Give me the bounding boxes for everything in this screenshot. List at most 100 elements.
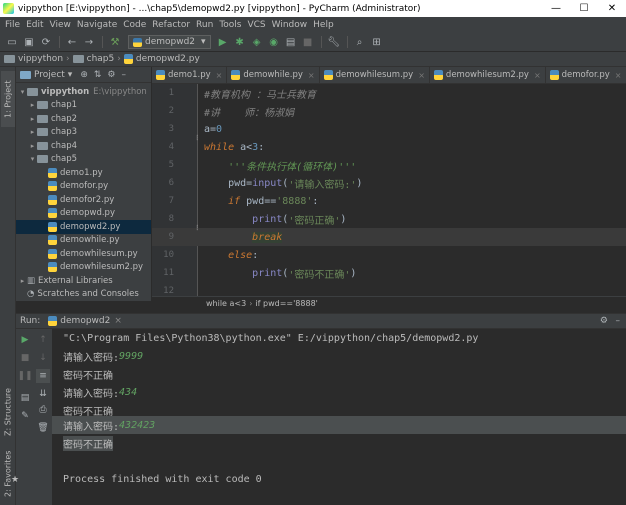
tree-item-file-selected[interactable]: demopwd2.py <box>16 220 151 234</box>
close-tab-icon[interactable]: × <box>308 71 315 80</box>
window-titlebar: vippython [E:\vippython] - ...\chap5\dem… <box>0 0 626 17</box>
rerun-icon[interactable]: ▶ <box>18 333 32 347</box>
chevron-down-icon[interactable]: ▾ <box>68 70 73 80</box>
tree-item-scratches[interactable]: ◔ Scratches and Consoles <box>16 288 151 302</box>
toolbar-divider <box>102 36 103 48</box>
tree-item-label: chap2 <box>51 113 78 124</box>
breadcrumb-item[interactable]: if pwd=='8888' <box>255 299 317 308</box>
close-window-button[interactable]: ✕ <box>598 0 626 17</box>
gear-icon[interactable]: ⚙ <box>107 70 115 80</box>
project-panel-title[interactable]: Project <box>34 70 65 80</box>
menu-navigate[interactable]: Navigate <box>74 20 120 30</box>
folder-icon <box>4 55 15 63</box>
tree-item-folder[interactable]: ▸ chap2 <box>16 112 151 126</box>
collapse-all-icon[interactable]: ⇅ <box>94 70 102 80</box>
run-tab[interactable]: demopwd2 × <box>48 316 122 326</box>
tree-item-file[interactable]: demopwd.py <box>16 207 151 221</box>
editor-tab[interactable]: demowhilesum2.py × <box>430 67 546 83</box>
tree-item-root[interactable]: ▾ vippython E:\vippython <box>16 85 151 99</box>
stop-icon[interactable]: ■ <box>18 351 32 365</box>
gear-icon[interactable]: ⚙ <box>600 316 608 326</box>
concurrency-icon[interactable]: ▤ <box>283 34 299 50</box>
code-editor[interactable]: #教育机构 ：马士兵教育 #讲 师：杨淑娟 a= 0 while a< 3: '''… <box>198 84 626 296</box>
tree-item-label: demofor2.py <box>60 194 115 205</box>
pycharm-logo-icon <box>3 3 14 14</box>
coverage-icon[interactable]: ◈ <box>249 34 265 50</box>
close-tab-icon[interactable]: × <box>534 71 541 80</box>
profile-icon[interactable]: ◉ <box>266 34 282 50</box>
tree-item-file[interactable]: demowhilesum2.py <box>16 261 151 275</box>
tree-item-file[interactable]: demofor.py <box>16 180 151 194</box>
run-icon[interactable]: ▶ <box>215 34 231 50</box>
structure-icon[interactable]: ⊞ <box>369 34 385 50</box>
menu-window[interactable]: Window <box>269 20 311 30</box>
close-tab-icon[interactable]: × <box>216 71 223 80</box>
back-arrow-icon[interactable]: ← <box>64 34 80 50</box>
tree-item-folder[interactable]: ▸ chap1 <box>16 99 151 113</box>
folder-icon <box>37 141 48 150</box>
menu-help[interactable]: Help <box>310 20 337 30</box>
stop-icon[interactable]: ■ <box>300 34 316 50</box>
scroll-down-icon[interactable]: ↓ <box>36 351 50 365</box>
menu-refactor[interactable]: Refactor <box>149 20 193 30</box>
tool-tab-project[interactable]: 1: Project <box>1 71 15 127</box>
editor-tab[interactable]: demo1.py × <box>152 67 228 83</box>
menu-tools[interactable]: Tools <box>216 20 244 30</box>
tool-tab-structure[interactable]: Z: Structure <box>1 383 15 441</box>
sync-icon[interactable]: ⟳ <box>38 34 54 50</box>
tree-item-folder[interactable]: ▾ chap5 <box>16 153 151 167</box>
tree-item-folder[interactable]: ▸ chap3 <box>16 126 151 140</box>
console-output[interactable]: "C:\Program Files\Python38\python.exe" E… <box>52 329 626 505</box>
tree-item-file[interactable]: demowhile.py <box>16 234 151 248</box>
nav-file[interactable]: demopwd2.py <box>136 54 200 64</box>
breadcrumb-item[interactable]: while a<3 <box>206 299 246 308</box>
editor-tab-label: demowhilesum.py <box>335 70 414 80</box>
open-folder-icon[interactable]: ▭ <box>4 34 20 50</box>
hide-panel-icon[interactable]: – <box>122 70 127 80</box>
editor-gutter[interactable]: 1 2 3 4 5 6 7 8 9 10 11 12 ⊟ ⊟ <box>152 84 203 296</box>
code-line: pwd= input('请输入密码:') <box>228 177 363 191</box>
menu-edit[interactable]: Edit <box>23 20 46 30</box>
menu-vcs[interactable]: VCS <box>244 20 268 30</box>
tree-item-folder[interactable]: ▸ chap4 <box>16 139 151 153</box>
close-tab-icon[interactable]: × <box>615 71 622 80</box>
editor-tab[interactable]: demofor.py × <box>546 67 626 83</box>
soft-wrap-icon[interactable]: ≡ <box>36 369 50 383</box>
favorites-star-icon[interactable]: ★ <box>8 473 22 487</box>
tree-item-file[interactable]: demofor2.py <box>16 193 151 207</box>
console-line-selected: 请输入密码: 432423 <box>52 416 626 434</box>
maximize-button[interactable]: ☐ <box>570 0 598 17</box>
tree-item-file[interactable]: demo1.py <box>16 166 151 180</box>
forward-arrow-icon[interactable]: → <box>81 34 97 50</box>
menu-run[interactable]: Run <box>193 20 216 30</box>
trash-icon[interactable]: 🗑︎ <box>36 421 50 435</box>
hide-panel-icon[interactable]: – <box>616 316 621 326</box>
nav-folder[interactable]: chap5 <box>87 54 115 64</box>
search-icon[interactable]: ⌕ <box>352 34 368 50</box>
close-tab-icon[interactable]: × <box>114 316 122 326</box>
tree-item-file[interactable]: demowhilesum.py <box>16 247 151 261</box>
editor-tab[interactable]: demowhile.py × <box>227 67 320 83</box>
run-config-selector[interactable]: demopwd2 ▾ <box>128 35 211 49</box>
editor-tab[interactable]: demowhilesum.py × <box>320 67 430 83</box>
project-panel-header: Project ▾ ⊕ ⇅ ⚙ – <box>16 67 151 83</box>
menu-view[interactable]: View <box>47 20 74 30</box>
pin-icon[interactable]: ✎ <box>18 409 32 423</box>
scroll-up-icon[interactable]: ↑ <box>36 333 50 347</box>
minimize-button[interactable]: — <box>542 0 570 17</box>
close-tab-icon[interactable]: × <box>418 71 425 80</box>
locate-target-icon[interactable]: ⊕ <box>80 70 88 80</box>
scroll-to-end-icon[interactable]: ⇊ <box>36 387 50 401</box>
print-icon[interactable]: ⎙ <box>36 403 50 417</box>
layout-icon[interactable]: ▤ <box>18 391 32 405</box>
menu-code[interactable]: Code <box>120 20 149 30</box>
wrench-settings-icon[interactable]: 🔧︎ <box>326 34 342 50</box>
debug-bug-icon[interactable]: ✱ <box>232 34 248 50</box>
nav-project[interactable]: vippython <box>18 54 63 64</box>
menu-file[interactable]: File <box>2 20 23 30</box>
save-all-icon[interactable]: ▣ <box>21 34 37 50</box>
build-hammer-icon[interactable]: ⚒ <box>107 34 123 50</box>
tree-item-label: chap1 <box>51 100 78 111</box>
tree-item-external-libraries[interactable]: ▸ ▥ External Libraries <box>16 274 151 288</box>
pause-icon[interactable]: ❚❚ <box>17 369 32 383</box>
